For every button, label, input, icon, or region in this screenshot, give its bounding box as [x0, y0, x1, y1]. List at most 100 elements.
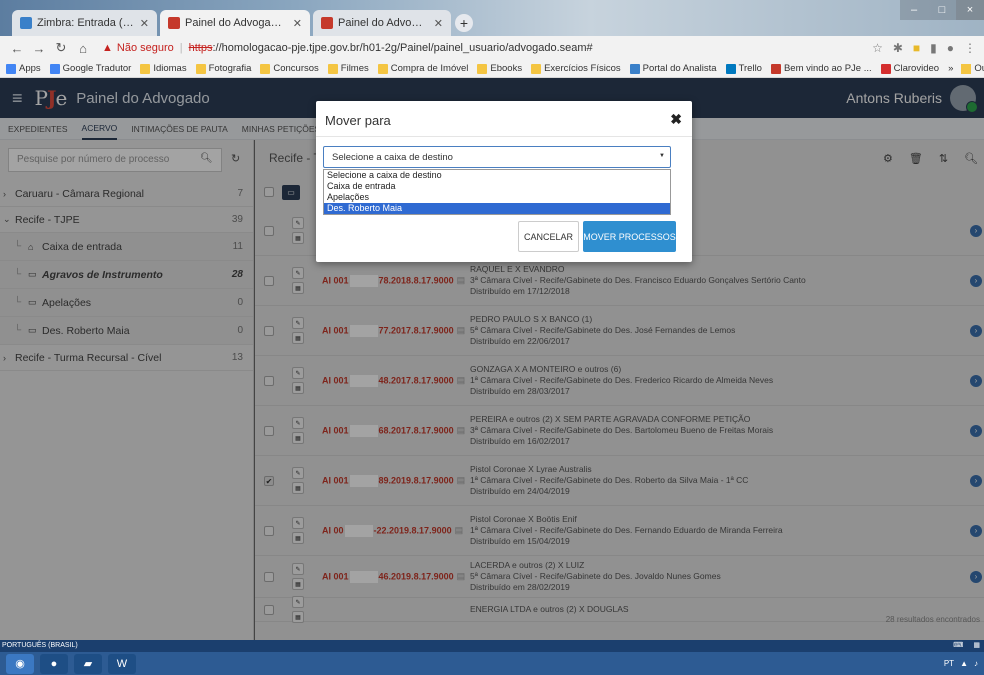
close-tab-icon[interactable]: ✕	[293, 17, 302, 30]
close-tab-icon[interactable]: ✕	[434, 17, 443, 30]
bookmark-item[interactable]: Google Tradutor	[49, 63, 132, 74]
option-caixa-de-entrada[interactable]: Caixa de entrada	[324, 181, 670, 192]
bookmark-icon	[770, 63, 781, 74]
browser-tab-zimbra[interactable]: Zimbra: Entrada (12) ✕	[12, 10, 157, 36]
language-bar: PORTUGUÊS (BRASIL) ⌨ ▦	[0, 640, 984, 652]
bookmark-icon	[140, 63, 151, 74]
bookmark-icon	[725, 63, 736, 74]
ime-icon[interactable]: ▦	[973, 640, 980, 652]
reload-icon[interactable]: ↻	[52, 40, 70, 56]
close-window-button[interactable]: ×	[956, 0, 984, 20]
bookmark-icon	[195, 63, 206, 74]
url-separator: |	[179, 42, 183, 54]
bookmark-item[interactable]: Filmes	[327, 63, 369, 74]
close-icon[interactable]: ✖	[670, 111, 682, 128]
bookmark-item[interactable]: Clarovideo	[880, 63, 940, 74]
taskbar: ◉ ● ▰ W PT ▲ ♪	[0, 652, 984, 675]
bookmark-icon	[260, 63, 271, 74]
bookmark-label: Fotografia	[208, 63, 252, 74]
bookmark-item[interactable]: Trello	[725, 63, 762, 74]
bookmark-label: Idiomas	[153, 63, 187, 74]
volume-icon[interactable]: ♪	[974, 659, 978, 668]
language-label[interactable]: PORTUGUÊS (BRASIL)	[2, 642, 78, 649]
minimize-button[interactable]: –	[900, 0, 928, 20]
back-icon[interactable]: ←	[8, 41, 26, 56]
option-des-roberto-maia[interactable]: Des. Roberto Maia	[324, 203, 670, 214]
bookmark-item[interactable]: Compra de Imóvel	[377, 63, 469, 74]
bookmark-item[interactable]: Apps	[6, 63, 41, 74]
url-scheme: https	[188, 42, 213, 54]
dialog-divider	[316, 136, 692, 137]
bookmark-label: Compra de Imóvel	[390, 63, 469, 74]
home-icon[interactable]: ⌂	[74, 41, 92, 56]
move-processes-button[interactable]: MOVER PROCESSOS	[583, 221, 676, 252]
other-bookmarks[interactable]: Outros favoritos	[974, 63, 984, 74]
insecure-label: Não seguro	[116, 42, 174, 54]
cancel-button[interactable]: CANCELAR	[518, 221, 579, 252]
maximize-button[interactable]: □	[928, 0, 956, 20]
word-icon[interactable]: W	[108, 653, 136, 674]
bookmark-item[interactable]: Portal do Analista	[629, 63, 717, 74]
pje-favicon-icon	[321, 17, 333, 29]
more-bookmarks-icon[interactable]: »	[948, 63, 953, 74]
dialog-title: Mover para	[325, 113, 391, 128]
forward-icon[interactable]: →	[30, 41, 48, 56]
move-to-dialog: Mover para ✖ Selecione a caixa de destin…	[316, 101, 692, 262]
tab-title: Painel do Advogado - Processo J	[338, 17, 428, 29]
extension-icon[interactable]: ▮	[930, 41, 937, 55]
window-controls: – □ ×	[900, 0, 984, 22]
bookmark-label: Bem vindo ao PJe ...	[783, 63, 872, 74]
bookmark-item[interactable]: Exercícios Físicos	[531, 63, 621, 74]
browser-tab-painel-active[interactable]: Painel do Advogado - Processo J ✕	[160, 10, 310, 36]
url-input[interactable]: ▲ Não seguro | https ://homologacao-pje.…	[102, 38, 872, 58]
bookmark-icon	[49, 63, 60, 74]
destination-select[interactable]: Selecione a caixa de destino ▼	[323, 146, 671, 168]
bookmark-label: Exercícios Físicos	[544, 63, 621, 74]
option-apelacoes[interactable]: Apelações	[324, 192, 670, 203]
caret-down-icon: ▼	[659, 153, 665, 159]
star-icon[interactable]: ☆	[872, 41, 883, 55]
option-placeholder[interactable]: Selecione a caixa de destino	[324, 170, 670, 181]
browser-tabstrip: Zimbra: Entrada (12) ✕ Painel do Advogad…	[0, 0, 984, 36]
bookmark-icon	[880, 63, 891, 74]
chrome-icon[interactable]: ◉	[6, 653, 34, 674]
bookmark-label: Apps	[19, 63, 41, 74]
file-explorer-icon[interactable]: ▰	[74, 653, 102, 674]
tray-language[interactable]: PT	[944, 659, 954, 668]
bookmark-icon	[377, 63, 388, 74]
bookmark-item[interactable]: Idiomas	[140, 63, 187, 74]
destination-options: Selecione a caixa de destino Caixa de en…	[323, 169, 671, 215]
network-icon[interactable]: ▲	[960, 659, 968, 668]
firefox-icon[interactable]: ●	[40, 653, 68, 674]
bookmarks-overflow: » Outros favoritos	[948, 63, 984, 74]
bookmark-item[interactable]: Ebooks	[477, 63, 522, 74]
address-bar: ← → ↻ ⌂ ▲ Não seguro | https ://homologa…	[0, 36, 984, 60]
system-tray: PT ▲ ♪	[944, 659, 978, 668]
zimbra-favicon-icon	[20, 17, 32, 29]
extension-icon[interactable]: ✱	[893, 41, 903, 55]
close-tab-icon[interactable]: ✕	[140, 17, 149, 30]
new-tab-button[interactable]: +	[455, 14, 473, 32]
bookmark-label: Trello	[738, 63, 762, 74]
select-value: Selecione a caixa de destino	[332, 152, 453, 163]
bookmark-folder-icon[interactable]: ■	[913, 41, 920, 55]
keyboard-icon[interactable]: ⌨	[953, 640, 963, 652]
language-bar-icons: ⌨ ▦	[953, 640, 980, 652]
screen: Zimbra: Entrada (12) ✕ Painel do Advogad…	[0, 0, 984, 675]
menu-dots-icon[interactable]: ⋮	[964, 41, 976, 55]
bookmark-icon	[477, 63, 488, 74]
profile-icon[interactable]: ●	[947, 41, 954, 55]
bookmark-item[interactable]: Concursos	[260, 63, 319, 74]
tab-title: Painel do Advogado - Processo J	[185, 17, 287, 29]
bookmark-label: Google Tradutor	[62, 63, 132, 74]
bookmark-icon	[531, 63, 542, 74]
bookmark-icon	[629, 63, 640, 74]
bookmark-item[interactable]: Bem vindo ao PJe ...	[770, 63, 872, 74]
bookmark-icon	[327, 63, 338, 74]
bookmark-label: Concursos	[273, 63, 319, 74]
bookmarks-bar: Apps Google Tradutor Idiomas Fotografia Conc…	[0, 60, 984, 78]
bookmark-item[interactable]: Fotografia	[195, 63, 252, 74]
browser-tab-painel[interactable]: Painel do Advogado - Processo J ✕	[313, 10, 451, 36]
url-text: ://homologacao-pje.tjpe.gov.br/h01-2g/Pa…	[212, 42, 593, 54]
bookmark-label: Clarovideo	[893, 63, 940, 74]
